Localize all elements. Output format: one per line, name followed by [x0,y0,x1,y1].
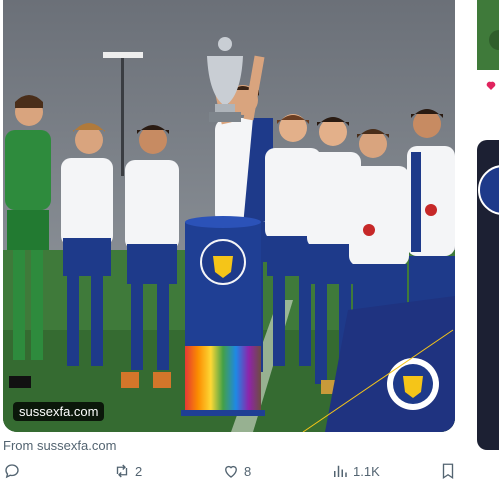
views-button[interactable]: 1.1K [331,462,380,480]
link-source-label[interactable]: From sussexfa.com [3,438,116,453]
bookmark-icon [442,463,454,480]
thumbnail-image [478,165,499,215]
bookmark-button[interactable] [440,462,456,480]
next-post-thumbnail-top[interactable] [477,0,499,100]
reply-icon [5,464,19,479]
podium [181,216,265,416]
views-count: 1.1K [353,463,380,479]
like-count: 8 [244,463,252,479]
heart-icon [225,465,237,478]
thumbnail-image [477,0,499,90]
like-button[interactable]: 8 [222,462,251,480]
reply-button[interactable] [3,462,25,480]
views-icon [334,465,347,477]
post-actions-bar: 2 8 1.1K [3,462,455,484]
next-post-thumbnail-bottom[interactable] [477,140,499,450]
post-media-image[interactable]: sussexfa.com [3,0,455,432]
repost-count: 2 [135,463,143,479]
repost-button[interactable]: 2 [113,462,142,480]
repost-icon [116,464,128,478]
source-badge[interactable]: sussexfa.com [13,402,105,421]
team-photo [3,0,455,432]
